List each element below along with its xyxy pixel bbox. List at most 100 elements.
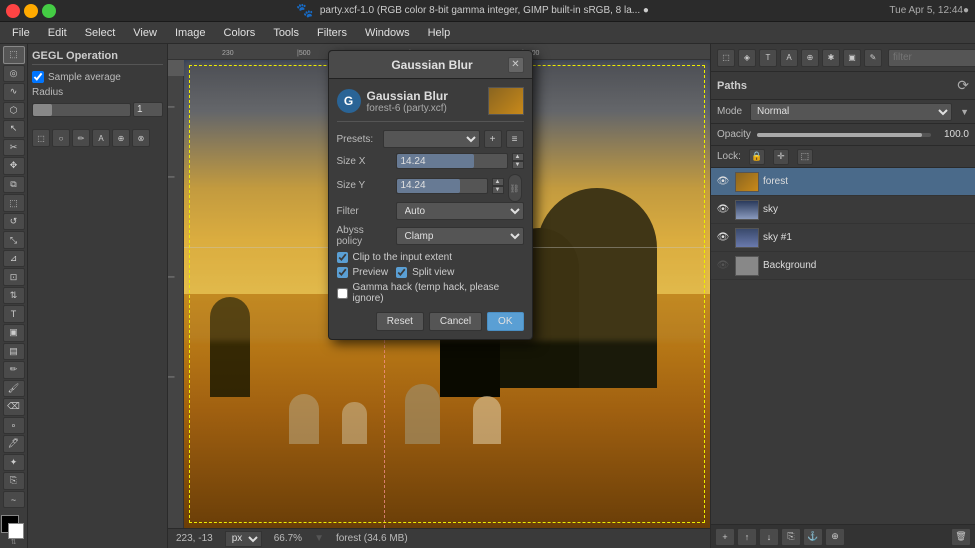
opt-icon-4[interactable]: A — [92, 129, 110, 147]
lock-pixels-button[interactable]: 🔒 — [749, 149, 765, 165]
preview-checkbox[interactable] — [337, 267, 348, 278]
lock-position-button[interactable]: ✛ — [773, 149, 789, 165]
size-y-spinner[interactable]: ▲ ▼ — [492, 178, 504, 194]
menu-tools[interactable]: Tools — [265, 25, 307, 41]
filter-icon-3[interactable]: T — [759, 49, 777, 67]
presets-select[interactable] — [383, 130, 480, 148]
menu-filters[interactable]: Filters — [309, 25, 355, 41]
layer-mode-select[interactable]: Normal — [750, 103, 952, 121]
tool-clone[interactable]: ⎘ — [3, 472, 25, 490]
tool-airbrush[interactable]: ∘ — [3, 417, 25, 435]
tool-paintbrush[interactable]: 🖌 — [3, 380, 25, 398]
opacity-slider[interactable] — [757, 133, 931, 137]
tool-pencil[interactable]: ✏ — [3, 361, 25, 379]
size-x-up[interactable]: ▲ — [512, 153, 524, 161]
tool-scissors[interactable]: ✂ — [3, 139, 25, 157]
gamma-hack-checkbox[interactable] — [337, 288, 348, 299]
tool-scale[interactable]: ⤡ — [3, 231, 25, 249]
tool-blend[interactable]: ▤ — [3, 343, 25, 361]
delete-layer-button[interactable]: 🗑 — [951, 528, 971, 546]
layer-eye-background[interactable]: 👁 — [715, 258, 731, 274]
tool-free-select[interactable]: ∿ — [3, 83, 25, 101]
tool-fuzzy-select[interactable]: ⬡ — [3, 102, 25, 120]
ok-button[interactable]: OK — [487, 312, 523, 331]
opt-icon-6[interactable]: ⊗ — [132, 129, 150, 147]
preset-add-button[interactable]: + — [484, 130, 502, 148]
size-x-slider[interactable]: 14.24 — [396, 153, 508, 169]
menu-help[interactable]: Help — [420, 25, 459, 41]
layer-eye-sky[interactable]: 👁 — [715, 202, 731, 218]
radius-input[interactable] — [133, 102, 163, 117]
tool-move[interactable]: ✥ — [3, 157, 25, 175]
maximize-button[interactable] — [42, 4, 56, 18]
layer-item-background[interactable]: 👁 Background — [711, 252, 975, 280]
menu-select[interactable]: Select — [77, 25, 124, 41]
opt-icon-3[interactable]: ✏ — [72, 129, 90, 147]
dialog-close-button[interactable]: ✕ — [508, 57, 524, 73]
filter-icon-6[interactable]: ✱ — [822, 49, 840, 67]
filter-icon-2[interactable]: ◈ — [738, 49, 756, 67]
tool-select-by-color[interactable]: ↖ — [3, 120, 25, 138]
minimize-button[interactable] — [24, 4, 38, 18]
tool-bucket-fill[interactable]: ▣ — [3, 324, 25, 342]
menu-file[interactable]: File — [4, 25, 38, 41]
clip-input-checkbox[interactable] — [337, 252, 348, 263]
merge-layers-button[interactable]: ⊕ — [825, 528, 845, 546]
opt-icon-2[interactable]: ○ — [52, 129, 70, 147]
tool-perspective[interactable]: ⊡ — [3, 268, 25, 286]
menu-windows[interactable]: Windows — [357, 25, 418, 41]
layer-eye-sky1[interactable]: 👁 — [715, 230, 731, 246]
paths-refresh-icon[interactable]: ⟳ — [957, 77, 969, 94]
unit-select[interactable]: px — [225, 531, 262, 547]
background-color[interactable] — [8, 523, 24, 539]
size-x-down[interactable]: ▼ — [512, 161, 524, 169]
tool-flip[interactable]: ⇅ — [3, 287, 25, 305]
opt-icon-1[interactable]: ⬚ — [32, 129, 50, 147]
layer-item-sky1[interactable]: 👁 sky #1 — [711, 224, 975, 252]
raise-layer-button[interactable]: ↑ — [737, 528, 757, 546]
size-y-up[interactable]: ▲ — [492, 178, 504, 186]
duplicate-layer-button[interactable]: ⎘ — [781, 528, 801, 546]
abyss-select[interactable]: Clamp — [396, 227, 524, 245]
tool-rectangle-select[interactable]: ⬚ — [3, 46, 25, 64]
tool-smudge[interactable]: ~ — [3, 491, 25, 509]
preset-menu-button[interactable]: ≡ — [506, 130, 524, 148]
cancel-button[interactable]: Cancel — [429, 312, 482, 331]
tool-text[interactable]: T — [3, 305, 25, 323]
size-y-slider[interactable]: 14.24 — [396, 178, 488, 194]
menu-image[interactable]: Image — [167, 25, 214, 41]
new-layer-button[interactable]: + — [715, 528, 735, 546]
opt-icon-5[interactable]: ⊕ — [112, 129, 130, 147]
filter-icon-5[interactable]: ⊕ — [801, 49, 819, 67]
tool-align[interactable]: ⧉ — [3, 176, 25, 194]
filter-icon-8[interactable]: ✎ — [864, 49, 882, 67]
tool-eraser[interactable]: ⌫ — [3, 398, 25, 416]
filter-select[interactable]: Auto — [396, 202, 524, 220]
menu-edit[interactable]: Edit — [40, 25, 75, 41]
tool-shear[interactable]: ⊿ — [3, 250, 25, 268]
layer-item-forest[interactable]: 👁 forest — [711, 168, 975, 196]
size-x-spinner[interactable]: ▲ ▼ — [512, 153, 524, 169]
lock-alpha-button[interactable]: ⬚ — [797, 149, 813, 165]
lower-layer-button[interactable]: ↓ — [759, 528, 779, 546]
anchor-layer-button[interactable]: ⚓ — [803, 528, 823, 546]
tool-ellipse-select[interactable]: ◎ — [3, 65, 25, 83]
chain-link-icon[interactable]: ⛓ — [508, 174, 522, 202]
menu-view[interactable]: View — [125, 25, 165, 41]
size-y-down[interactable]: ▼ — [492, 186, 504, 194]
filter-icon-7[interactable]: ▣ — [843, 49, 861, 67]
reset-button[interactable]: Reset — [376, 312, 424, 331]
sample-average-checkbox[interactable] — [32, 71, 44, 83]
window-controls[interactable] — [6, 4, 56, 18]
tool-heal[interactable]: ✦ — [3, 454, 25, 472]
filter-icon-4[interactable]: A — [780, 49, 798, 67]
filter-search-input[interactable] — [888, 49, 975, 67]
tool-crop[interactable]: ⬚ — [3, 194, 25, 212]
layer-item-sky[interactable]: 👁 sky — [711, 196, 975, 224]
close-button[interactable] — [6, 4, 20, 18]
tool-ink[interactable]: 🖊 — [3, 435, 25, 453]
tool-rotate[interactable]: ↺ — [3, 213, 25, 231]
menu-colors[interactable]: Colors — [216, 25, 264, 41]
layer-eye-forest[interactable]: 👁 — [715, 174, 731, 190]
split-view-checkbox[interactable] — [396, 267, 407, 278]
